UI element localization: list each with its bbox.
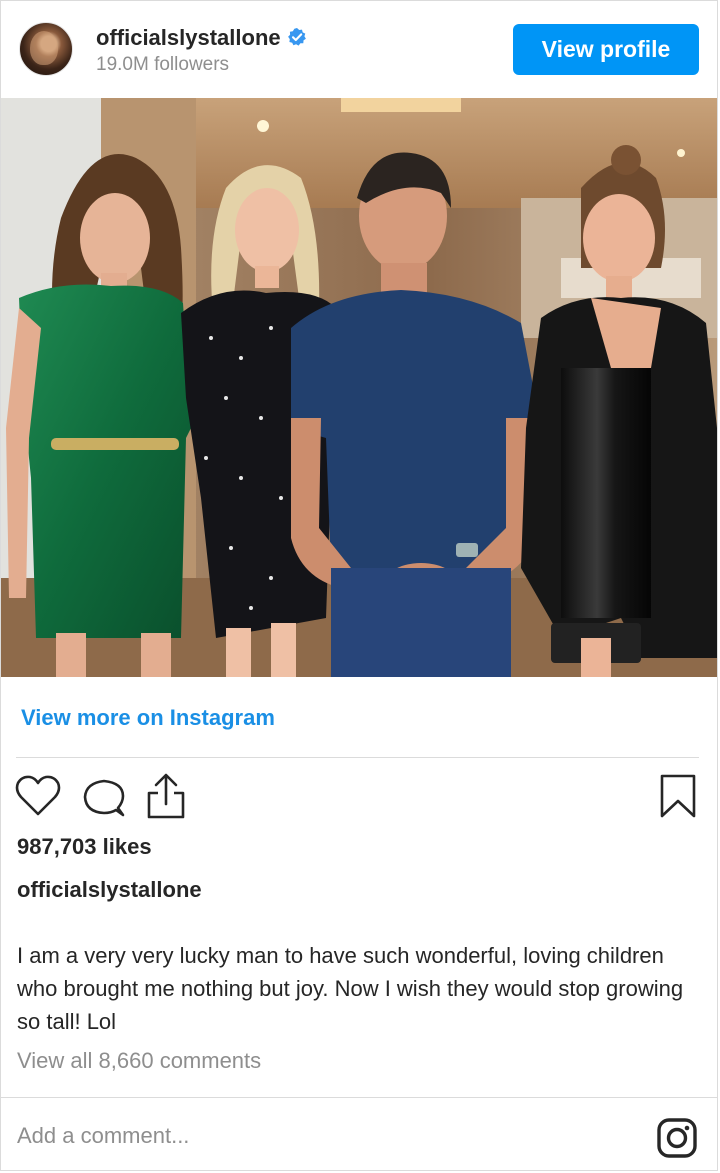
username-row[interactable]: officialslystallone	[96, 25, 307, 51]
bookmark-icon[interactable]	[658, 773, 698, 819]
view-profile-button[interactable]: View profile	[513, 24, 699, 75]
caption-username[interactable]: officialslystallone	[17, 877, 202, 903]
divider	[1, 1097, 717, 1098]
view-all-comments-link[interactable]: View all 8,660 comments	[17, 1048, 261, 1074]
like-count[interactable]: 987,703 likes	[17, 834, 152, 860]
post-header: officialslystallone 19.0M followers View…	[1, 1, 717, 98]
follower-count: 19.0M followers	[96, 54, 230, 75]
share-icon[interactable]	[144, 771, 188, 821]
divider	[16, 757, 699, 758]
post-photo[interactable]	[1, 98, 717, 677]
instagram-icon[interactable]	[656, 1117, 698, 1159]
heart-icon[interactable]	[15, 774, 61, 818]
instagram-embed-card: officialslystallone 19.0M followers View…	[0, 0, 718, 1171]
caption-text: I am a very very lucky man to have such …	[17, 943, 684, 1034]
verified-badge-icon	[287, 28, 306, 46]
avatar[interactable]	[19, 22, 73, 76]
view-more-link[interactable]: View more on Instagram	[21, 705, 275, 731]
comment-icon[interactable]	[81, 774, 127, 820]
username[interactable]: officialslystallone	[96, 25, 281, 50]
post-photo-illustration	[1, 98, 717, 677]
add-comment-input[interactable]	[17, 1123, 617, 1149]
